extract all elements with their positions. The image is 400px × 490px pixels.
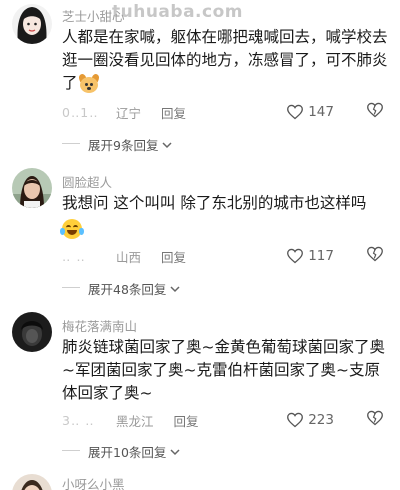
dislike-button[interactable] <box>366 246 384 265</box>
avatar[interactable] <box>12 168 52 208</box>
chevron-down-icon <box>170 448 180 455</box>
username[interactable]: 小呀么小黑 <box>62 474 125 490</box>
comment-text: 人都是在家喊，躯体在哪把魂喊回去，喊学校去逛一圈没看见回体的地方，冻感冒了，可不… <box>62 26 392 95</box>
expand-replies-label: 展开48条回复 <box>88 282 167 297</box>
laughing-tears-emoji <box>60 219 84 239</box>
blurred-timestamp: 0‥1‥ <box>62 104 99 120</box>
reply-button[interactable]: 回复 <box>161 103 186 122</box>
comment-text: 肺炎链球菌回家了奥~金黄色葡萄球菌回家了奥~军团菌回家了奥~克雷伯杆菌回家了奥~… <box>62 336 392 405</box>
like-count: 223 <box>308 412 334 428</box>
broken-heart-icon <box>367 246 383 262</box>
blurred-timestamp: ‥ ‥ <box>62 248 86 264</box>
chevron-down-icon <box>170 285 180 292</box>
comment-meta: 3‥ ‥ 黑龙江 回复 223 <box>62 410 392 430</box>
dislike-button[interactable] <box>366 410 384 429</box>
comment-item: 小呀么小黑 <box>0 470 400 490</box>
comment-meta: ‥ ‥ 山西 回复 117 <box>62 246 392 266</box>
location: 黑龙江 <box>116 413 154 429</box>
avatar[interactable] <box>12 312 52 352</box>
comment-item: 芝士小甜心 人都是在家喊，躯体在哪把魂喊回去，喊学校去逛一圈没看见回体的地方，冻… <box>0 0 400 160</box>
avatar[interactable] <box>12 474 52 490</box>
like-button[interactable]: 223 <box>286 412 334 428</box>
comment-list: tuhuaba.com 芝士小甜心 人都是在家喊，躯体在哪把魂喊回去，喊学校去逛… <box>0 0 400 490</box>
expand-divider <box>62 450 80 451</box>
like-button[interactable]: 117 <box>286 248 334 264</box>
comment-text-content: 人都是在家喊，躯体在哪把魂喊回去，喊学校去逛一圈没看见回体的地方，冻感冒了，可不… <box>62 28 388 92</box>
username[interactable]: 圆脸超人 <box>62 172 112 191</box>
heart-icon <box>287 104 304 120</box>
comment-text-content: 肺炎链球菌回家了奥~金黄色葡萄球菌回家了奥~军团菌回家了奥~克雷伯杆菌回家了奥~… <box>62 338 385 402</box>
expand-divider <box>62 287 80 288</box>
location: 山西 <box>116 249 142 265</box>
heart-icon <box>287 248 304 264</box>
like-button[interactable]: 147 <box>286 104 334 120</box>
comment-text: 我想问 这个叫叫 除了东北别的城市也这样吗 <box>60 192 392 239</box>
expand-replies-label: 展开9条回复 <box>88 138 159 153</box>
avatar[interactable] <box>12 4 52 44</box>
like-count: 117 <box>308 248 334 264</box>
blurred-timestamp: 3‥ ‥ <box>62 412 95 428</box>
expand-replies-button[interactable]: 展开10条回复 <box>88 442 181 461</box>
expand-replies-button[interactable]: 展开48条回复 <box>88 279 181 298</box>
broken-heart-icon <box>367 102 383 118</box>
reply-button[interactable]: 回复 <box>174 411 199 430</box>
broken-heart-icon <box>367 410 383 426</box>
comment-item: 梅花落满南山 肺炎链球菌回家了奥~金黄色葡萄球菌回家了奥~军团菌回家了奥~克雷伯… <box>0 306 400 462</box>
dislike-button[interactable] <box>366 102 384 121</box>
dog-face-emoji <box>77 72 100 94</box>
comment-text-content: 我想问 这个叫叫 除了东北别的城市也这样吗 <box>62 194 367 212</box>
username[interactable]: 芝士小甜心 <box>62 6 125 25</box>
location: 辽宁 <box>116 105 142 121</box>
expand-divider <box>62 143 80 144</box>
expand-replies-label: 展开10条回复 <box>88 445 167 460</box>
heart-icon <box>287 412 304 428</box>
expand-replies-button[interactable]: 展开9条回复 <box>88 135 173 154</box>
like-count: 147 <box>308 104 334 120</box>
comment-meta: 0‥1‥ 辽宁 回复 147 <box>62 102 392 122</box>
chevron-down-icon <box>162 141 172 148</box>
username[interactable]: 梅花落满南山 <box>62 316 137 335</box>
comment-item: 圆脸超人 我想问 这个叫叫 除了东北别的城市也这样吗 ‥ ‥ 山西 回复 117… <box>0 162 400 300</box>
reply-button[interactable]: 回复 <box>161 247 186 266</box>
